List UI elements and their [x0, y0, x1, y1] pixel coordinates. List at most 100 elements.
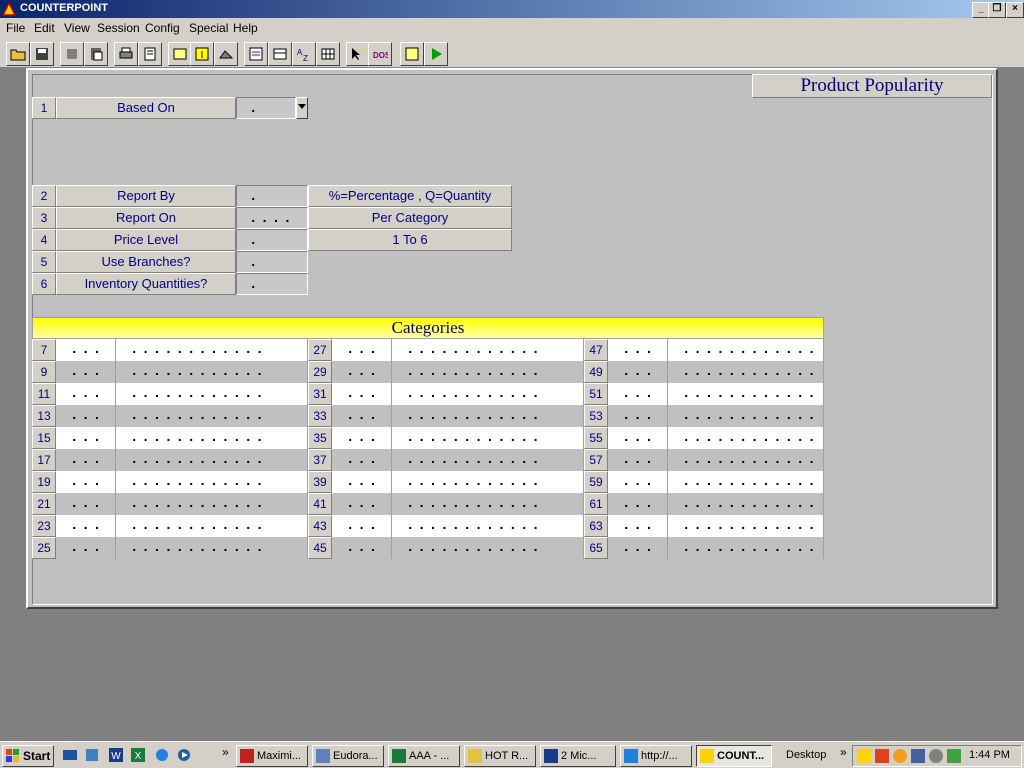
- tray-icon-5[interactable]: [929, 749, 943, 763]
- counterpoint-app-icon[interactable]: [2, 2, 16, 16]
- category-code-field[interactable]: ...: [608, 449, 668, 471]
- task-maximi[interactable]: Maximi...: [236, 745, 308, 767]
- category-description-field[interactable]: ............: [116, 449, 308, 471]
- category-description-field[interactable]: ............: [116, 339, 308, 361]
- tray-icon-2[interactable]: [875, 749, 889, 763]
- category-code-field[interactable]: ...: [56, 493, 116, 515]
- category-description-field[interactable]: ............: [668, 339, 824, 361]
- category-description-field[interactable]: ............: [392, 515, 584, 537]
- use-branches-field[interactable]: .: [236, 251, 308, 273]
- category-code-field[interactable]: ...: [56, 361, 116, 383]
- category-code-field[interactable]: ...: [608, 515, 668, 537]
- category-code-field[interactable]: ...: [56, 427, 116, 449]
- close-button[interactable]: ×: [1006, 2, 1024, 18]
- category-code-field[interactable]: ...: [56, 405, 116, 427]
- category-description-field[interactable]: ............: [392, 427, 584, 449]
- clock[interactable]: 1:44 PM: [969, 749, 1010, 761]
- category-description-field[interactable]: ............: [668, 383, 824, 405]
- menu-help[interactable]: Help: [233, 21, 258, 35]
- print-preview-button[interactable]: [138, 42, 162, 66]
- category-description-field[interactable]: ............: [392, 493, 584, 515]
- menu-config[interactable]: Config: [145, 21, 180, 35]
- category-description-field[interactable]: ............: [116, 471, 308, 493]
- category-code-field[interactable]: ...: [332, 449, 392, 471]
- tray-chevron[interactable]: »: [840, 745, 847, 759]
- category-description-field[interactable]: ............: [668, 449, 824, 471]
- dos-button[interactable]: DOS: [368, 42, 392, 66]
- category-description-field[interactable]: ............: [116, 537, 308, 559]
- menu-file[interactable]: File: [6, 21, 25, 35]
- category-description-field[interactable]: ............: [392, 449, 584, 471]
- task-hot-r[interactable]: HOT R...: [464, 745, 536, 767]
- start-button[interactable]: Start: [2, 745, 54, 767]
- paste-button[interactable]: [84, 42, 108, 66]
- category-code-field[interactable]: ...: [56, 471, 116, 493]
- save-button[interactable]: [30, 42, 54, 66]
- tool-button-7[interactable]: [168, 42, 192, 66]
- inventory-quantities-field[interactable]: .: [236, 273, 308, 295]
- category-code-field[interactable]: ...: [56, 449, 116, 471]
- menu-session[interactable]: Session: [97, 21, 140, 35]
- desktop-toolbar-label[interactable]: Desktop: [786, 749, 826, 761]
- category-code-field[interactable]: ...: [56, 515, 116, 537]
- run-button[interactable]: [424, 42, 448, 66]
- tool-button-11[interactable]: [268, 42, 292, 66]
- based-on-field[interactable]: .: [236, 97, 296, 119]
- word-quicklaunch-icon[interactable]: W: [108, 747, 124, 763]
- cut-button[interactable]: [60, 42, 84, 66]
- report-by-field[interactable]: .: [236, 185, 308, 207]
- title-bar[interactable]: COUNTERPOINT _ ❐ ×: [0, 0, 1024, 18]
- category-code-field[interactable]: ...: [608, 471, 668, 493]
- category-description-field[interactable]: ............: [668, 493, 824, 515]
- category-description-field[interactable]: ............: [116, 383, 308, 405]
- tool-button-8[interactable]: I: [190, 42, 214, 66]
- task-eudora[interactable]: Eudora...: [312, 745, 384, 767]
- category-code-field[interactable]: ...: [332, 471, 392, 493]
- category-description-field[interactable]: ............: [392, 405, 584, 427]
- category-code-field[interactable]: ...: [608, 537, 668, 559]
- category-code-field[interactable]: ...: [608, 339, 668, 361]
- category-description-field[interactable]: ............: [116, 493, 308, 515]
- excel-quicklaunch-icon[interactable]: X: [130, 747, 146, 763]
- category-description-field[interactable]: ............: [116, 427, 308, 449]
- category-code-field[interactable]: ...: [332, 427, 392, 449]
- category-description-field[interactable]: ............: [392, 339, 584, 361]
- category-code-field[interactable]: ...: [56, 537, 116, 559]
- category-code-field[interactable]: ...: [608, 405, 668, 427]
- category-code-field[interactable]: ...: [332, 361, 392, 383]
- category-code-field[interactable]: ...: [56, 383, 116, 405]
- help-pointer-button[interactable]: ?: [346, 42, 370, 66]
- category-code-field[interactable]: ...: [56, 339, 116, 361]
- tool-button-13[interactable]: [316, 42, 340, 66]
- category-code-field[interactable]: ...: [608, 361, 668, 383]
- category-description-field[interactable]: ............: [392, 361, 584, 383]
- report-on-field[interactable]: ....: [236, 207, 308, 229]
- tool-button-9[interactable]: [214, 42, 238, 66]
- ie-quicklaunch-icon[interactable]: [154, 747, 170, 763]
- tray-icon-1[interactable]: [857, 749, 871, 763]
- quicklaunch-chevron[interactable]: »: [222, 745, 229, 759]
- network-tray-icon[interactable]: [911, 749, 925, 763]
- category-description-field[interactable]: ............: [668, 405, 824, 427]
- print-button[interactable]: [114, 42, 138, 66]
- category-code-field[interactable]: ...: [332, 537, 392, 559]
- restore-button[interactable]: ❐: [988, 2, 1006, 18]
- category-code-field[interactable]: ...: [608, 493, 668, 515]
- task-2-mic[interactable]: 2 Mic...: [540, 745, 616, 767]
- tool-button-10[interactable]: [244, 42, 268, 66]
- tool-button-16[interactable]: [400, 42, 424, 66]
- category-description-field[interactable]: ............: [116, 405, 308, 427]
- price-level-field[interactable]: .: [236, 229, 308, 251]
- menu-special[interactable]: Special: [189, 21, 228, 35]
- menu-view[interactable]: View: [64, 21, 90, 35]
- task-aaa[interactable]: AAA - ...: [388, 745, 460, 767]
- category-code-field[interactable]: ...: [332, 383, 392, 405]
- category-description-field[interactable]: ............: [668, 537, 824, 559]
- category-description-field[interactable]: ............: [392, 471, 584, 493]
- category-code-field[interactable]: ...: [332, 515, 392, 537]
- category-description-field[interactable]: ............: [392, 383, 584, 405]
- media-quicklaunch-icon[interactable]: [176, 747, 192, 763]
- tool-button-12[interactable]: AZ: [292, 42, 316, 66]
- open-button[interactable]: [6, 42, 30, 66]
- desktop-quicklaunch-icon[interactable]: [62, 747, 78, 763]
